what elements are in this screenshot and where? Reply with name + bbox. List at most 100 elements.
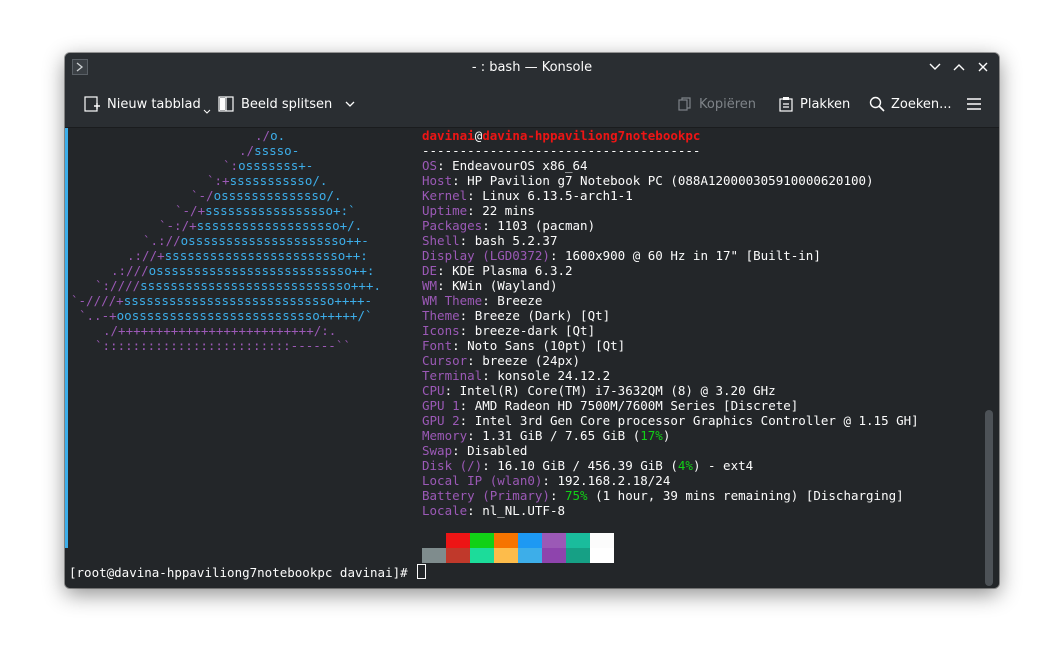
info-value: : 16.10 GiB / 456.39 GiB ( xyxy=(482,458,678,473)
logo-segment: ossssssssssssso/. xyxy=(213,188,342,203)
info-row: Theme: Breeze (Dark) [Qt] xyxy=(422,308,919,323)
hostname: davina-hppaviliong7notebookpc xyxy=(482,128,701,143)
info-row: Font: Noto Sans (10pt) [Qt] xyxy=(422,338,919,353)
logo-segment: `.:// xyxy=(143,233,181,248)
logo-segment: ssssssssssssssssssssssssssso+++. xyxy=(140,278,381,293)
split-view-label: Beeld splitsen xyxy=(241,96,333,112)
info-row: Packages: 1103 (pacman) xyxy=(422,218,919,233)
info-key: GPU 2 xyxy=(422,413,460,428)
info-row: Terminal: konsole 24.12.2 xyxy=(422,368,919,383)
info-key: Cursor xyxy=(422,353,468,368)
find-button[interactable]: Zoeken... xyxy=(865,90,956,118)
palette-swatch xyxy=(590,548,614,563)
palette-swatch xyxy=(542,533,566,548)
info-key: Font xyxy=(422,338,453,353)
title-bar[interactable]: - : bash — Konsole xyxy=(65,53,999,81)
logo-segment: `://// xyxy=(95,278,141,293)
logo-line: `:::::::::::::::::::::::::------`` xyxy=(69,338,381,353)
new-tab-button[interactable]: Nieuw tabblad xyxy=(79,90,215,118)
info-value: : Linux 6.13.5-arch1-1 xyxy=(467,188,633,203)
color-palette xyxy=(422,533,614,563)
logo-segment: osssssssssssssssssssso++- xyxy=(180,233,369,248)
logo-line: `:////ssssssssssssssssssssssssssso+++. xyxy=(69,278,381,293)
split-view-icon xyxy=(218,96,234,112)
info-value: : nl_NL.UTF-8 xyxy=(467,503,565,518)
info-key: Memory xyxy=(422,428,468,443)
copy-label: Kopiëren xyxy=(699,96,756,112)
info-key: Icons xyxy=(422,323,460,338)
info-value: : 1.31 GiB / 7.65 GiB ( xyxy=(467,428,641,443)
paste-icon xyxy=(779,97,793,112)
info-value: : bash 5.2.37 xyxy=(459,233,558,248)
konsole-window: - : bash — Konsole Nieuw tabblad Beeld s… xyxy=(65,53,999,588)
info-row: DE: KDE Plasma 6.3.2 xyxy=(422,263,919,278)
palette-swatch xyxy=(566,533,590,548)
window-title: - : bash — Konsole xyxy=(471,60,593,75)
info-key: WM xyxy=(422,278,438,293)
logo-segment: ossssssssssssssssssssssssso++: xyxy=(148,263,375,278)
logo-segment: ssssssssssssssssssssssssssso++++- xyxy=(123,293,373,308)
info-key: WM Theme xyxy=(422,293,483,308)
close-button[interactable] xyxy=(975,59,991,75)
info-row: Display (LGD0372): 1600x900 @ 60 Hz in 1… xyxy=(422,248,919,263)
palette-row-normal xyxy=(422,533,614,548)
memory-percent: 17% xyxy=(640,428,663,443)
info-key: Terminal xyxy=(422,368,483,383)
info-value: : Breeze xyxy=(482,293,543,308)
info-value: : 1600x900 @ 60 Hz in 17" [Built-in] xyxy=(549,248,821,263)
info-key: GPU 1 xyxy=(422,398,460,413)
info-key: Theme xyxy=(422,308,460,323)
logo-line: `-/+sssssssssssssssso+:` xyxy=(69,203,381,218)
logo-segment: sssssssssso/. xyxy=(229,173,328,188)
find-label: Zoeken... xyxy=(891,96,952,112)
info-row-swap: Swap: Disabled xyxy=(422,443,919,458)
logo-line: `.://osssssssssssssssssssso++- xyxy=(69,233,381,248)
logo-line: `-/ossssssssssssso/. xyxy=(69,188,381,203)
copy-button[interactable]: Kopiëren xyxy=(673,90,760,118)
minimize-button[interactable] xyxy=(927,59,943,75)
logo-segment: ./ xyxy=(255,128,271,143)
info-value: : EndeavourOS x86_64 xyxy=(437,158,588,173)
info-value: ) - ext4 xyxy=(692,458,754,473)
info-value: : AMD Radeon HD 7500M/7600M Series [Disc… xyxy=(459,398,799,413)
split-view-button[interactable]: Beeld splitsen xyxy=(213,90,360,118)
logo-segment: sssso- xyxy=(254,143,300,158)
info-key: Local IP (wlan0) xyxy=(422,473,543,488)
logo-line: .://+ssssssssssssssssssssssso++: xyxy=(69,248,381,263)
info-key: CPU xyxy=(422,383,445,398)
info-value: : Intel 3rd Gen Core processor Graphics … xyxy=(459,413,919,428)
battery-percent: 75% xyxy=(565,488,588,503)
distro-ascii-logo: ./o. ./sssso- `:osssssss+- `:+sssssssssso/.… xyxy=(69,128,381,353)
copy-icon xyxy=(678,97,691,111)
info-value: ) xyxy=(662,428,671,443)
separator-line: ------------------------------------- xyxy=(422,143,701,158)
hamburger-menu-button[interactable] xyxy=(961,90,987,118)
terminal-view[interactable]: ./o. ./sssso- `:osssssss+- `:+sssssssssso/.… xyxy=(65,128,999,588)
search-icon xyxy=(869,96,885,112)
logo-segment: sssssssssssssssso+:` xyxy=(205,203,356,218)
info-key: Locale xyxy=(422,503,468,518)
info-key: Host xyxy=(422,173,453,188)
paste-label: Plakken xyxy=(800,96,851,112)
logo-segment: .:/// xyxy=(111,263,149,278)
logo-segment: osssssss+- xyxy=(238,158,314,173)
scrollbar[interactable] xyxy=(985,410,993,586)
logo-segment: ./++++++++++++++++++++++++++/:. xyxy=(103,323,337,338)
maximize-button[interactable] xyxy=(951,59,967,75)
palette-swatch xyxy=(470,533,494,548)
palette-swatch xyxy=(494,548,518,563)
shell-prompt[interactable]: [root@davina-hppaviliong7notebookpc davi… xyxy=(69,564,427,580)
logo-segment: `-/+ xyxy=(175,203,206,218)
new-tab-icon xyxy=(84,96,100,112)
info-key: Display (LGD0372) xyxy=(422,248,550,263)
logo-line: ./o. xyxy=(69,128,381,143)
info-row: Cursor: breeze (24px) xyxy=(422,353,919,368)
paste-button[interactable]: Plakken xyxy=(774,90,854,118)
info-row: Uptime: 22 mins xyxy=(422,203,919,218)
palette-swatch xyxy=(518,548,542,563)
logo-segment: o. xyxy=(270,128,286,143)
logo-segment: sssssssssssssssssso+/. xyxy=(196,218,363,233)
palette-swatch xyxy=(518,533,542,548)
info-value: (1 hour, 39 mins remaining) [Discharging… xyxy=(587,488,904,503)
logo-line: `:osssssss+- xyxy=(69,158,381,173)
